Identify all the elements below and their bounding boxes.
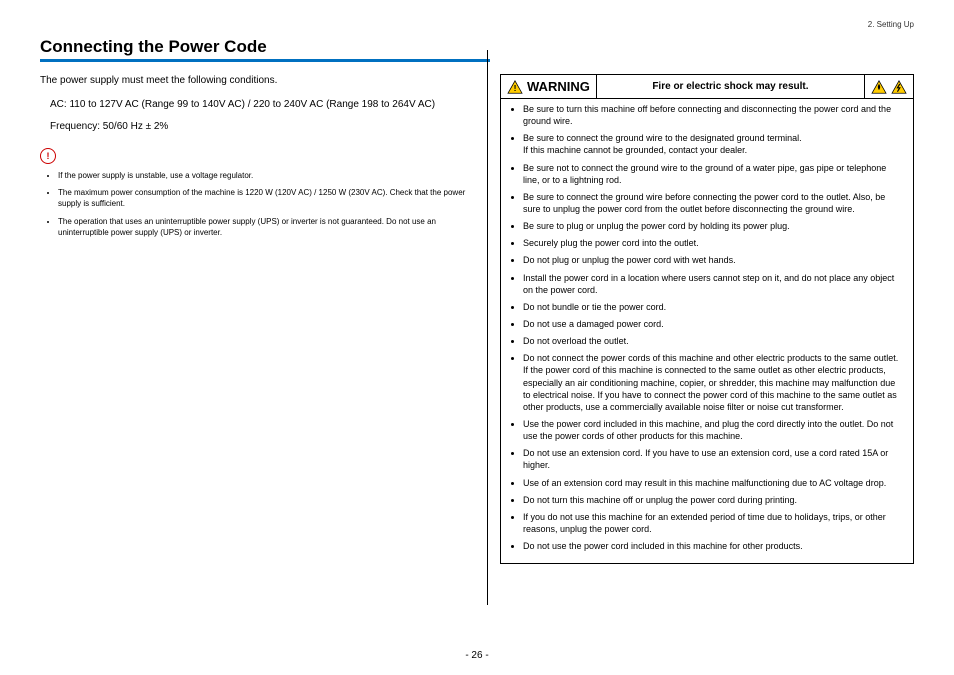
- right-column: ! WARNING Fire or electric shock may res…: [500, 74, 914, 570]
- warning-item: Securely plug the power cord into the ou…: [523, 237, 903, 249]
- warning-box: ! WARNING Fire or electric shock may res…: [500, 74, 914, 564]
- title-underline: [40, 59, 490, 62]
- warning-hazard-icons: [865, 75, 913, 98]
- page-title: Connecting the Power Code: [40, 37, 914, 57]
- warning-item: Do not use the power cord included in th…: [523, 540, 903, 552]
- column-divider: [487, 50, 488, 605]
- warning-triangle-icon: !: [507, 80, 523, 94]
- intro-text: The power supply must meet the following…: [40, 74, 470, 88]
- warning-item: Do not use an extension cord. If you hav…: [523, 447, 903, 471]
- warning-item: Be sure to turn this machine off before …: [523, 103, 903, 127]
- warning-label: WARNING: [527, 79, 590, 94]
- warning-item: Do not use a damaged power cord.: [523, 318, 903, 330]
- warning-item: Be sure not to connect the ground wire t…: [523, 162, 903, 186]
- warning-item: Do not plug or unplug the power cord wit…: [523, 254, 903, 266]
- note-item: If the power supply is unstable, use a v…: [58, 170, 470, 181]
- note-icon: !: [40, 148, 56, 164]
- note-item: The operation that uses an uninterruptib…: [58, 216, 470, 238]
- warning-list: Be sure to turn this machine off before …: [501, 99, 913, 563]
- warning-label-cell: ! WARNING: [501, 75, 597, 98]
- chapter-label: 2. Setting Up: [40, 20, 914, 29]
- warning-item: Install the power cord in a location whe…: [523, 272, 903, 296]
- warning-header: ! WARNING Fire or electric shock may res…: [501, 75, 913, 99]
- warning-item: Be sure to connect the ground wire befor…: [523, 191, 903, 215]
- warning-item: Do not turn this machine off or unplug t…: [523, 494, 903, 506]
- note-item: The maximum power consumption of the mac…: [58, 187, 470, 209]
- svg-text:!: !: [514, 82, 517, 92]
- warning-subtitle: Fire or electric shock may result.: [597, 75, 865, 98]
- warning-item: Use the power cord included in this mach…: [523, 418, 903, 442]
- warning-item: Do not connect the power cords of this m…: [523, 352, 903, 413]
- warning-item: If you do not use this machine for an ex…: [523, 511, 903, 535]
- spec-ac: AC: 110 to 127V AC (Range 99 to 140V AC)…: [50, 98, 470, 112]
- page-number: - 26 -: [0, 650, 954, 661]
- fire-hazard-icon: [871, 80, 887, 94]
- shock-hazard-icon: [891, 80, 907, 94]
- warning-item: Do not overload the outlet.: [523, 335, 903, 347]
- spec-frequency: Frequency: 50/60 Hz ± 2%: [50, 120, 470, 134]
- warning-item: Do not bundle or tie the power cord.: [523, 301, 903, 313]
- warning-item: Be sure to connect the ground wire to th…: [523, 132, 903, 156]
- notes-list: If the power supply is unstable, use a v…: [40, 170, 470, 238]
- warning-item: Use of an extension cord may result in t…: [523, 477, 903, 489]
- warning-item: Be sure to plug or unplug the power cord…: [523, 220, 903, 232]
- left-column: The power supply must meet the following…: [40, 74, 470, 570]
